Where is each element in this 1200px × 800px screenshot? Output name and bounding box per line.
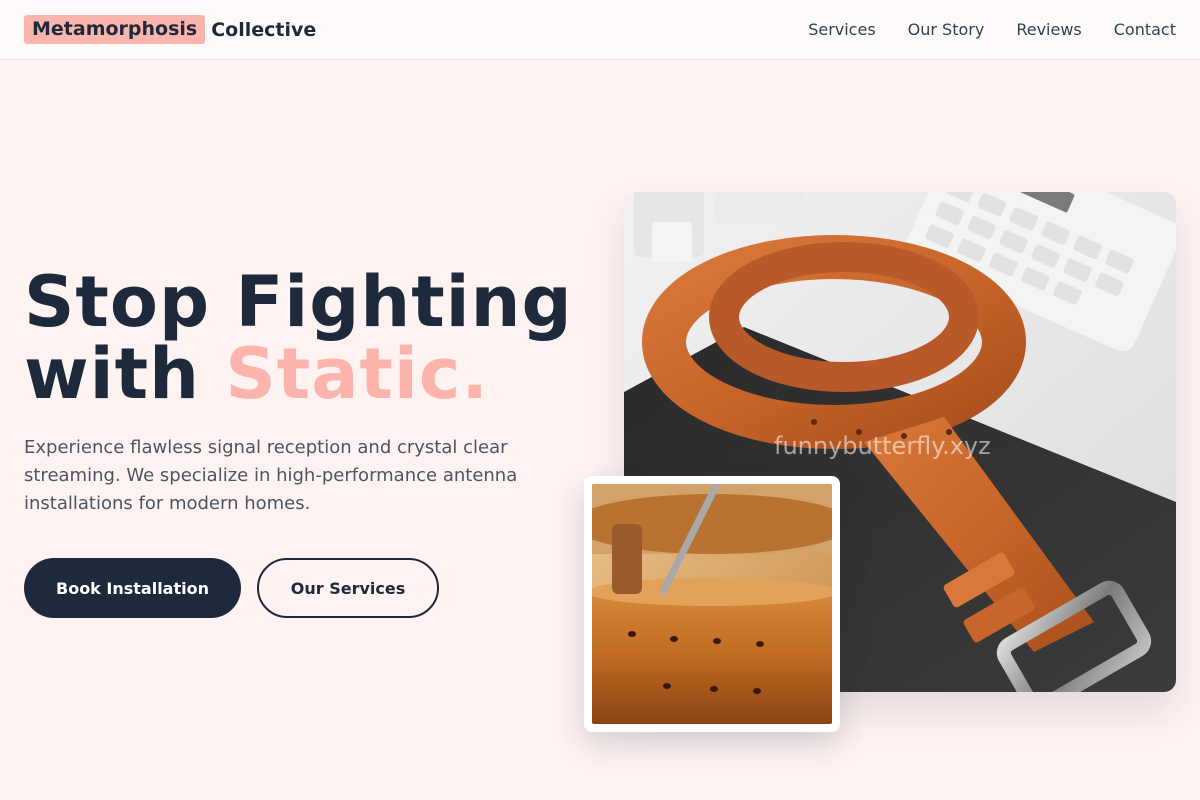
nav-link-services[interactable]: Services	[808, 20, 875, 39]
top-nav: Metamorphosis Collective Services Our St…	[0, 0, 1200, 60]
nav-link-contact[interactable]: Contact	[1114, 20, 1176, 39]
brand-logo[interactable]: Metamorphosis Collective	[24, 15, 316, 44]
hero-inset-image	[592, 484, 832, 724]
nav-link-our-story[interactable]: Our Story	[908, 20, 985, 39]
hero-subtitle: Experience flawless signal reception and…	[24, 437, 518, 514]
our-services-button[interactable]: Our Services	[257, 558, 439, 618]
hero-title-line2: with	[24, 333, 226, 415]
hero-inset-card	[584, 476, 840, 732]
hero-title-accent: Static.	[225, 333, 489, 415]
brand-text: Collective	[211, 18, 317, 41]
nav-links: Services Our Story Reviews Contact	[808, 20, 1176, 39]
hero-title-line1: Stop Fighting	[24, 261, 573, 343]
nav-link-reviews[interactable]: Reviews	[1016, 20, 1081, 39]
hero-title: Stop Fighting with Static.	[24, 266, 604, 410]
brand-highlight: Metamorphosis	[24, 15, 206, 44]
image-watermark: funnybutterfly.xyz	[774, 432, 991, 460]
book-installation-button[interactable]: Book Installation	[24, 558, 241, 618]
